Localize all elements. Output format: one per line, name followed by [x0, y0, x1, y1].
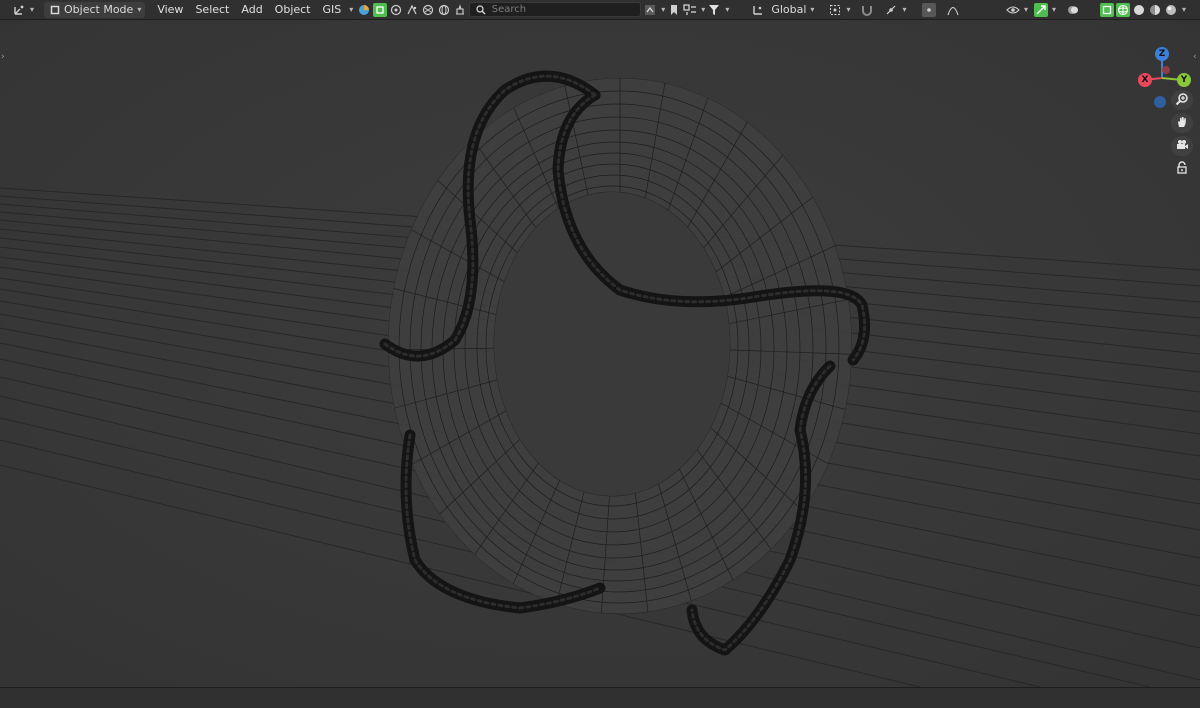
filter-icon[interactable] [707, 3, 721, 17]
bookmark-icon[interactable] [667, 3, 681, 17]
hand-icon [1175, 115, 1189, 132]
lock-view-button[interactable] [1171, 159, 1193, 179]
xray-toggle-icon[interactable] [1100, 2, 1114, 17]
scene-icon[interactable] [453, 3, 467, 17]
menu-add[interactable]: Add [235, 2, 268, 18]
wireframe-shading-icon[interactable] [1116, 2, 1130, 17]
gizmo-z-axis[interactable]: Z [1155, 47, 1169, 61]
search-input[interactable] [491, 4, 637, 15]
chevron-down-icon: ▾ [902, 5, 907, 14]
3d-viewport[interactable]: › ‹ Z Y X [0, 20, 1200, 687]
camera-icon [1175, 138, 1189, 155]
pan-button[interactable] [1171, 113, 1193, 133]
menu-gis[interactable]: GIS [317, 2, 348, 18]
chevron-down-icon[interactable]: ▾ [349, 5, 353, 14]
chevron-down-icon: ▾ [846, 5, 851, 14]
mode-dropdown[interactable]: Object Mode ▾ [44, 1, 146, 18]
magnet-icon [860, 3, 874, 17]
proportional-edit-toggle[interactable] [918, 2, 940, 18]
chevron-down-icon: ▾ [30, 5, 35, 14]
menu-view[interactable]: View [151, 2, 189, 18]
physics-icon[interactable] [421, 3, 435, 17]
transform-orientation-dropdown[interactable]: Global ▾ [747, 2, 818, 18]
object-mode-icon [48, 3, 62, 17]
pivot-icon[interactable] [643, 3, 657, 17]
scene-render [0, 20, 1200, 687]
falloff-curve-icon [946, 3, 960, 17]
left-panel-toggle-icon[interactable]: › [1, 52, 7, 62]
modifier-icon[interactable] [389, 3, 403, 17]
pivot-point-button[interactable]: ▾ [824, 2, 854, 18]
axes-icon [12, 3, 26, 17]
search-field[interactable] [469, 2, 642, 17]
gizmo-y-axis[interactable]: Y [1177, 73, 1191, 87]
editor-type-button[interactable]: ▾ [8, 2, 38, 18]
snapping-toggle[interactable] [856, 2, 878, 18]
overlays-icon[interactable] [1066, 3, 1080, 17]
shading-sphere-icon[interactable] [357, 3, 371, 17]
mode-label: Object Mode [64, 3, 134, 16]
chevron-down-icon[interactable]: ▾ [1182, 5, 1186, 14]
menu-object[interactable]: Object [269, 2, 317, 18]
gizmo-x-axis[interactable]: X [1138, 73, 1152, 87]
pivot-point-icon [828, 3, 842, 17]
viewport-header: ▾ Object Mode ▾ View Select Add Object G… [0, 0, 1200, 20]
camera-view-button[interactable] [1171, 136, 1193, 156]
orientation-icon [751, 3, 765, 17]
snap-target-button[interactable]: ▾ [880, 2, 910, 18]
status-bar [0, 687, 1200, 708]
snap-icon[interactable] [683, 3, 697, 17]
chevron-down-icon[interactable]: ▾ [1024, 5, 1028, 14]
proportional-edit-icon [922, 2, 937, 17]
falloff-button[interactable] [942, 2, 964, 18]
particles-icon[interactable] [405, 3, 419, 17]
snap-target-icon [884, 3, 898, 17]
zoom-button[interactable] [1171, 90, 1193, 110]
menu-select[interactable]: Select [189, 2, 235, 18]
chevron-down-icon: ▾ [810, 5, 815, 14]
chevron-down-icon[interactable]: ▾ [725, 5, 729, 14]
chevron-down-icon[interactable]: ▾ [1052, 5, 1056, 14]
zoom-icon [1175, 92, 1189, 109]
rendered-shading-icon[interactable] [1164, 3, 1178, 17]
material-shading-icon[interactable] [1148, 3, 1162, 17]
world-icon[interactable] [437, 3, 451, 17]
solid-shading-icon[interactable] [1132, 3, 1146, 17]
lock-icon [1176, 160, 1188, 178]
chevron-down-icon[interactable]: ▾ [701, 5, 705, 14]
orientation-label: Global [771, 3, 807, 16]
search-icon [474, 3, 487, 17]
chevron-down-icon[interactable]: ▾ [661, 5, 665, 14]
visibility-icon[interactable] [1006, 3, 1020, 17]
gizmo-toggle-icon[interactable] [1034, 2, 1049, 17]
object-toggle-icon[interactable] [373, 2, 388, 17]
chevron-down-icon: ▾ [137, 5, 142, 14]
